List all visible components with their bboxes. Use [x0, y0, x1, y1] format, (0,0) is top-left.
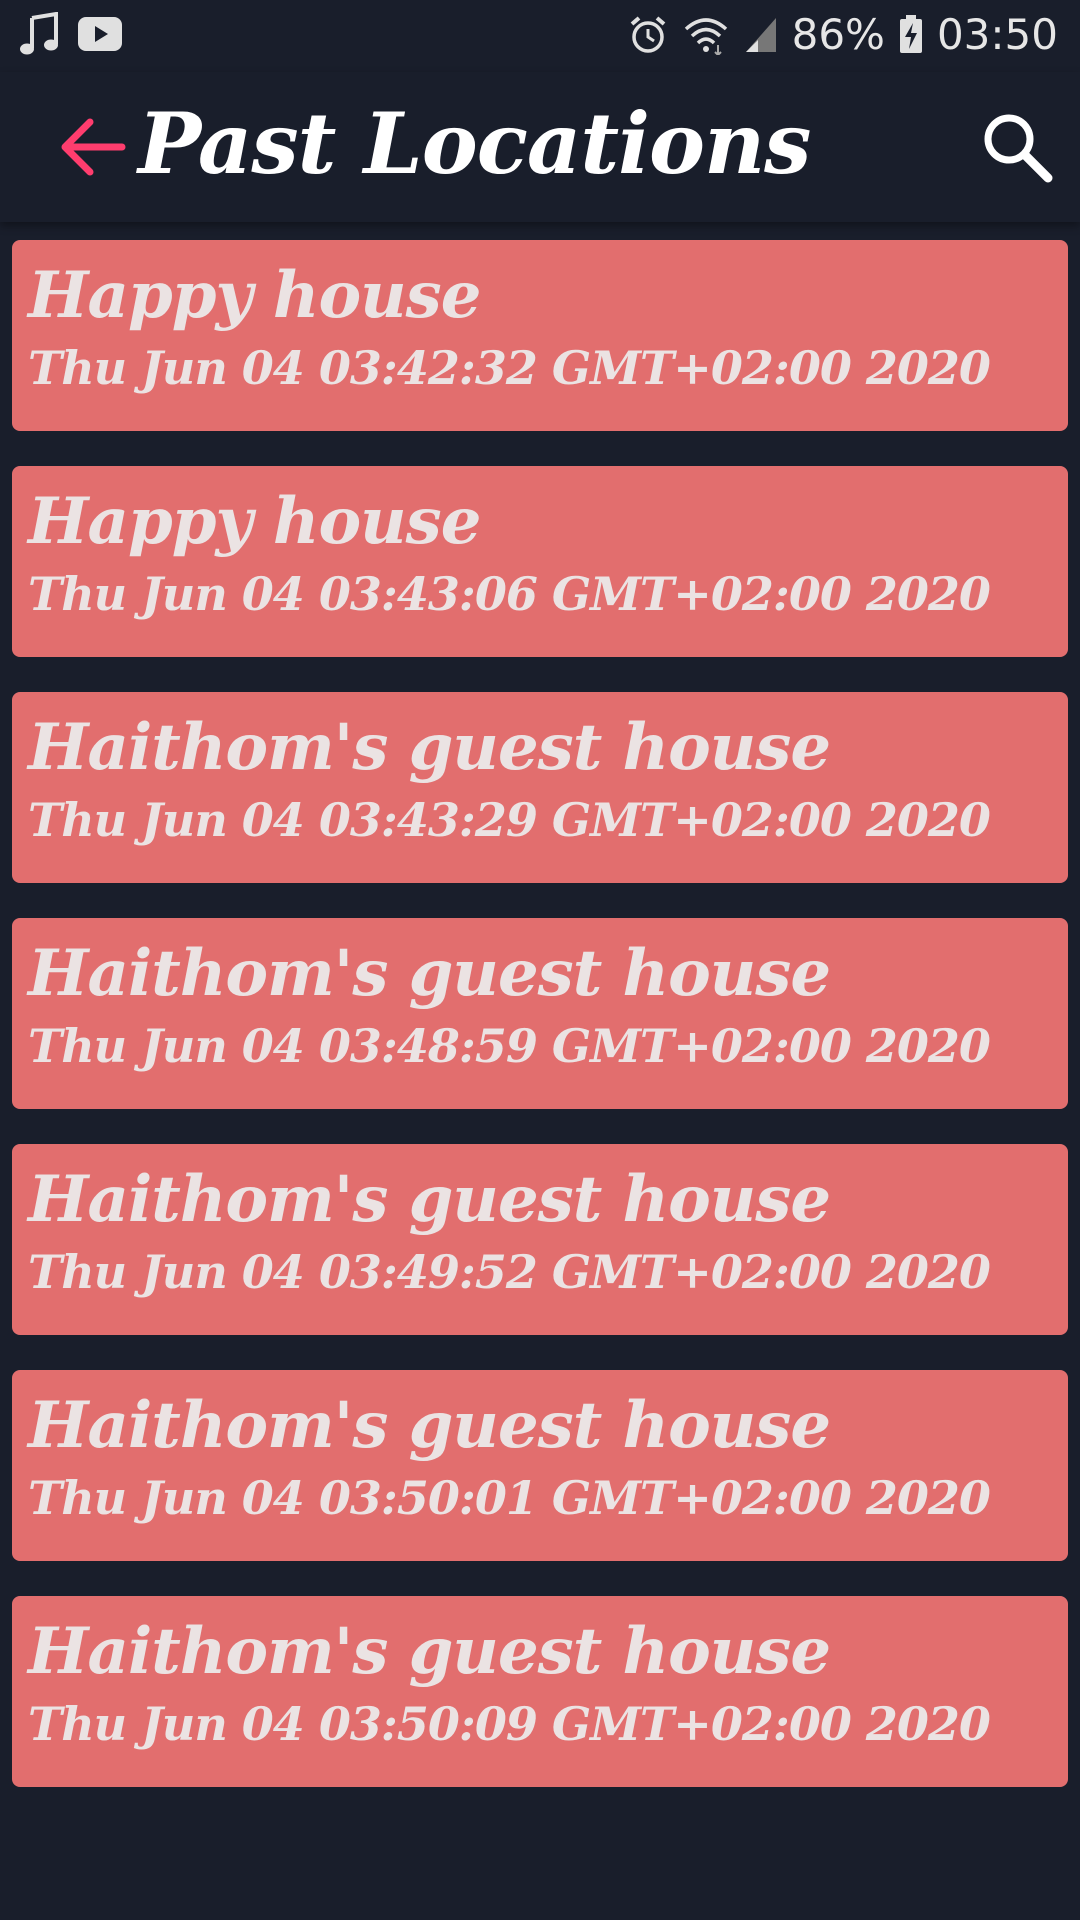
location-date: Thu Jun 04 03:49:52 GMT+02:00 2020: [28, 1245, 991, 1299]
location-date: Thu Jun 04 03:48:59 GMT+02:00 2020: [28, 1019, 991, 1073]
page-title: Past Locations: [138, 94, 811, 193]
location-name: Happy house: [28, 484, 481, 559]
arrow-left-icon: [58, 118, 128, 186]
list-item[interactable]: Happy house Thu Jun 04 03:43:06 GMT+02:0…: [12, 466, 1068, 657]
status-bar: 86% 03:50: [0, 0, 1080, 72]
list-item[interactable]: Haithom's guest house Thu Jun 04 03:49:5…: [12, 1144, 1068, 1335]
battery-charging-icon: [899, 14, 923, 55]
app-bar: Past Locations: [0, 72, 1080, 222]
search-button[interactable]: [980, 110, 1054, 184]
status-left-icons: [20, 12, 122, 56]
list-item[interactable]: Haithom's guest house Thu Jun 04 03:50:0…: [12, 1596, 1068, 1787]
clock-text: 03:50: [936, 10, 1058, 59]
list-item[interactable]: Haithom's guest house Thu Jun 04 03:48:5…: [12, 918, 1068, 1109]
location-date: Thu Jun 04 03:43:29 GMT+02:00 2020: [28, 793, 991, 847]
locations-list: Happy house Thu Jun 04 03:42:32 GMT+02:0…: [12, 240, 1068, 1822]
list-item[interactable]: Haithom's guest house Thu Jun 04 03:50:0…: [12, 1370, 1068, 1561]
location-name: Haithom's guest house: [28, 1614, 831, 1689]
wifi-icon: [682, 15, 730, 55]
location-date: Thu Jun 04 03:43:06 GMT+02:00 2020: [28, 567, 991, 621]
music-note-icon: [20, 12, 60, 56]
search-icon: [980, 114, 1054, 188]
location-date: Thu Jun 04 03:42:32 GMT+02:00 2020: [28, 341, 991, 395]
list-item[interactable]: Haithom's guest house Thu Jun 04 03:43:2…: [12, 692, 1068, 883]
location-name: Haithom's guest house: [28, 1388, 831, 1463]
battery-text: 86%: [791, 10, 885, 59]
location-name: Haithom's guest house: [28, 1162, 831, 1237]
list-item[interactable]: Happy house Thu Jun 04 03:42:32 GMT+02:0…: [12, 240, 1068, 431]
alarm-icon: [628, 15, 668, 55]
status-right-icons: 86% 03:50: [628, 10, 1058, 59]
location-name: Haithom's guest house: [28, 936, 831, 1011]
back-button[interactable]: [58, 112, 128, 182]
location-date: Thu Jun 04 03:50:01 GMT+02:00 2020: [28, 1471, 991, 1525]
location-name: Happy house: [28, 258, 481, 333]
location-name: Haithom's guest house: [28, 710, 831, 785]
youtube-icon: [78, 17, 122, 51]
signal-icon: [744, 16, 778, 54]
location-date: Thu Jun 04 03:50:09 GMT+02:00 2020: [28, 1697, 991, 1751]
